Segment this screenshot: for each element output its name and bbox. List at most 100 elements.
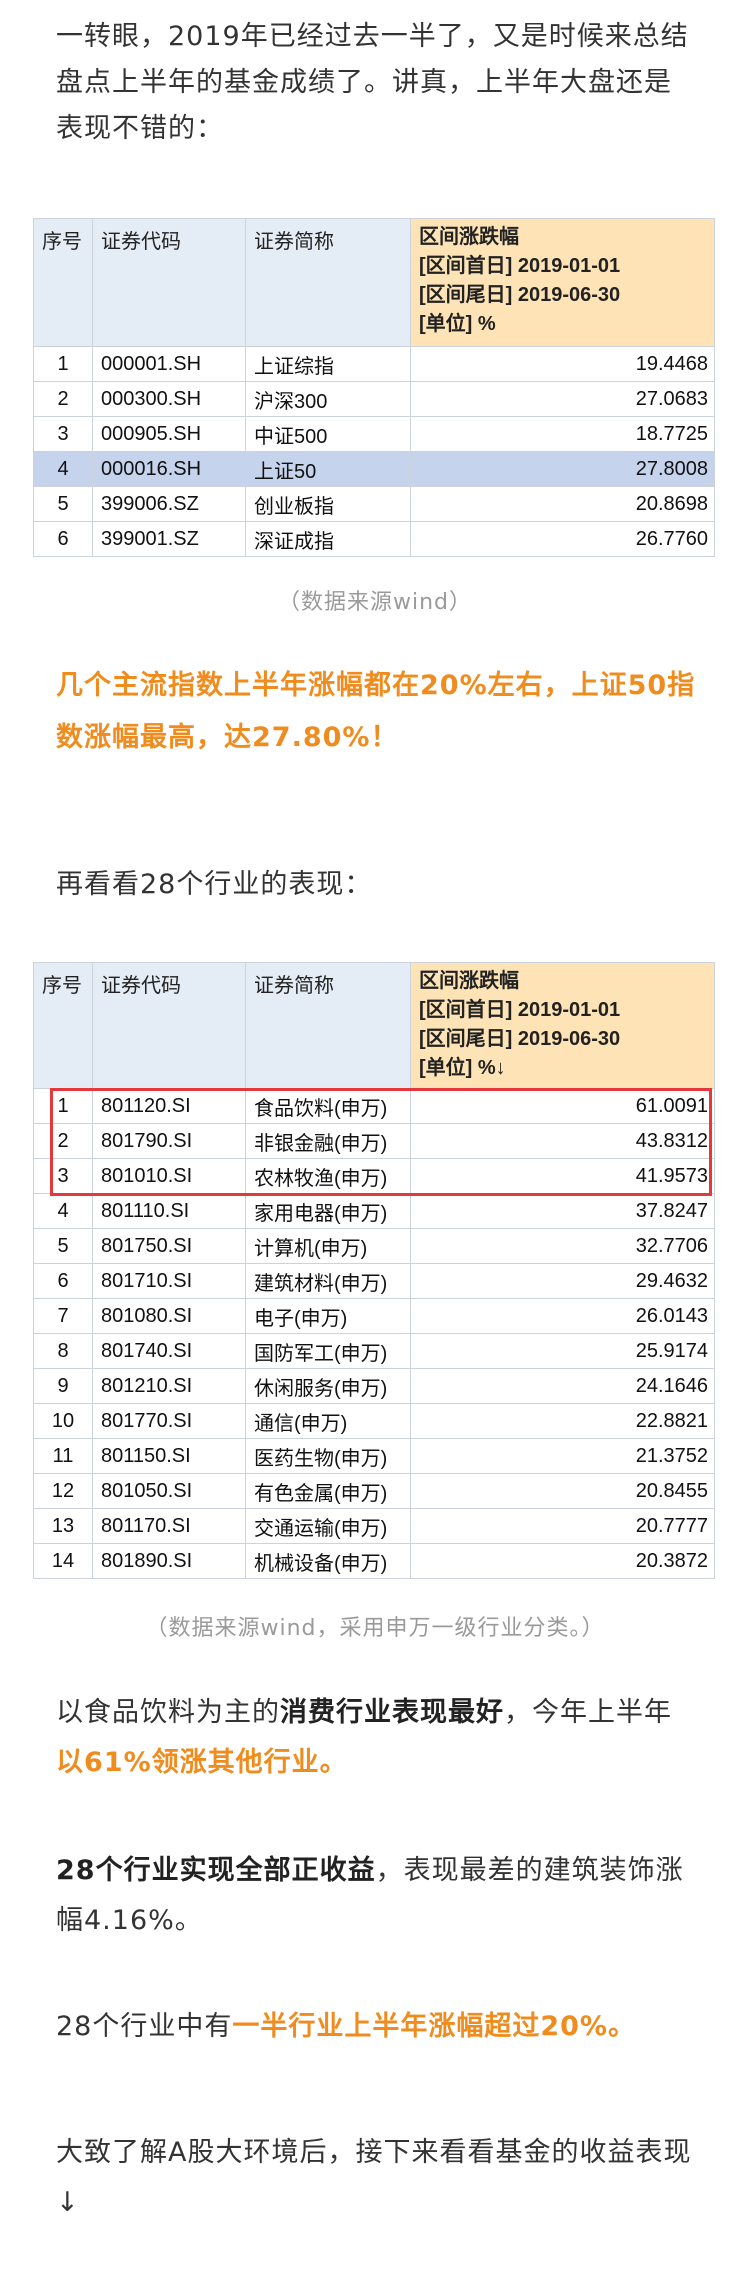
cell-value: 20.8698 <box>410 486 715 522</box>
cell-value: 27.8008 <box>410 451 715 487</box>
cell-value: 18.7725 <box>410 416 715 452</box>
header-change-line: 区间涨跌幅 <box>419 970 519 992</box>
cell-code: 000300.SH <box>92 381 246 417</box>
cell-name: 机械设备(申万) <box>245 1543 411 1579</box>
cell-code: 801170.SI <box>92 1508 246 1544</box>
table-row: 10 801770.SI 通信(申万) 22.8821 <box>33 1403 715 1439</box>
table2-caption: （数据来源wind，采用申万一级行业分类。） <box>145 1616 605 1641</box>
cell-seq: 5 <box>33 486 93 522</box>
cell-value: 21.3752 <box>410 1438 715 1474</box>
cell-code: 801740.SI <box>92 1333 246 1369</box>
header-seq: 序号 <box>33 962 93 1089</box>
table-row: 5 801750.SI 计算机(申万) 32.7706 <box>33 1228 715 1264</box>
cell-seq: 7 <box>33 1298 93 1334</box>
table-row: 6 801710.SI 建筑材料(申万) 29.4632 <box>33 1263 715 1299</box>
highlight-paragraph: 几个主流指数上半年涨幅都在20%左右，上证50指数涨幅最高，达27.80%！ <box>56 670 696 753</box>
table-row: 2 000300.SH 沪深300 27.0683 <box>33 381 715 417</box>
cell-code: 801890.SI <box>92 1543 246 1579</box>
header-change-line: 区间涨跌幅 <box>419 226 519 248</box>
cell-seq: 9 <box>33 1368 93 1404</box>
table-row: 1 000001.SH 上证综指 19.4468 <box>33 346 715 382</box>
cell-name: 电子(申万) <box>245 1298 411 1334</box>
table-row: 7 801080.SI 电子(申万) 26.0143 <box>33 1298 715 1334</box>
consumer-paragraph: 以食品饮料为主的消费行业表现最好，今年上半年以61%领涨其他行业。 <box>56 1688 696 1788</box>
cell-seq: 2 <box>33 381 93 417</box>
industry-performance-table: 序号 证券代码 证券简称 区间涨跌幅 [区间首日] 2019-01-01 [区间… <box>33 962 715 1579</box>
cell-name: 计算机(申万) <box>245 1228 411 1264</box>
consumer-text-c: ，今年上半年 <box>504 1697 672 1728</box>
cell-name: 休闲服务(申万) <box>245 1368 411 1404</box>
half-text-b: 一半行业上半年涨幅超过20%。 <box>232 2011 636 2042</box>
cell-code: 801080.SI <box>92 1298 246 1334</box>
cell-value: 29.4632 <box>410 1263 715 1299</box>
industry-intro-paragraph: 再看看28个行业的表现： <box>56 869 373 900</box>
cell-value: 20.3872 <box>410 1543 715 1579</box>
consumer-text-a: 以食品饮料为主的 <box>56 1697 280 1728</box>
cell-value: 32.7706 <box>410 1228 715 1264</box>
header-change-line: [区间首日] 2019-01-01 <box>419 999 621 1021</box>
positive-return-paragraph: 28个行业实现全部正收益，表现最差的建筑装饰涨幅4.16%。 <box>56 1846 696 1946</box>
cell-seq: 5 <box>33 1228 93 1264</box>
table-row: 4 801110.SI 家用电器(申万) 37.8247 <box>33 1193 715 1229</box>
cell-name: 建筑材料(申万) <box>245 1263 411 1299</box>
intro-paragraph: 一转眼，2019年已经过去一半了，又是时候来总结盘点上半年的基金成绩了。讲真，上… <box>56 21 689 144</box>
cell-name: 有色金属(申万) <box>245 1473 411 1509</box>
table-row: 11 801150.SI 医药生物(申万) 21.3752 <box>33 1438 715 1474</box>
cell-name: 创业板指 <box>245 486 411 522</box>
cell-value: 37.8247 <box>410 1193 715 1229</box>
header-name: 证券简称 <box>245 218 411 347</box>
cell-code: 801210.SI <box>92 1368 246 1404</box>
cell-name: 中证500 <box>245 416 411 452</box>
cell-seq: 4 <box>33 1193 93 1229</box>
cell-code: 801710.SI <box>92 1263 246 1299</box>
cell-code: 399001.SZ <box>92 521 246 557</box>
cell-value: 26.0143 <box>410 1298 715 1334</box>
header-change-line: [单位] % <box>419 313 496 335</box>
cell-value: 20.7777 <box>410 1508 715 1544</box>
cell-seq: 12 <box>33 1473 93 1509</box>
index-performance-table: 序号 证券代码 证券简称 区间涨跌幅 [区间首日] 2019-01-01 [区间… <box>33 218 715 557</box>
table-row: 12 801050.SI 有色金属(申万) 20.8455 <box>33 1473 715 1509</box>
table-row: 14 801890.SI 机械设备(申万) 20.3872 <box>33 1543 715 1579</box>
half-text-a: 28个行业中有 <box>56 2011 233 2042</box>
consumer-text-d: 以61%领涨其他行业。 <box>56 1747 348 1778</box>
cell-code: 000905.SH <box>92 416 246 452</box>
cell-name: 上证50 <box>245 451 411 487</box>
cell-seq: 8 <box>33 1333 93 1369</box>
cell-value: 26.7760 <box>410 521 715 557</box>
cell-name: 交通运输(申万) <box>245 1508 411 1544</box>
cell-code: 000001.SH <box>92 346 246 382</box>
cell-seq: 11 <box>33 1438 93 1474</box>
cell-name: 通信(申万) <box>245 1403 411 1439</box>
cell-name: 上证综指 <box>245 346 411 382</box>
table-row: 13 801170.SI 交通运输(申万) 20.7777 <box>33 1508 715 1544</box>
cell-code: 801150.SI <box>92 1438 246 1474</box>
cell-seq: 10 <box>33 1403 93 1439</box>
next-section-paragraph: 大致了解A股大环境后，接下来看看基金的收益表现↓ <box>56 2137 692 2218</box>
cell-name: 医药生物(申万) <box>245 1438 411 1474</box>
table-row: 6 399001.SZ 深证成指 26.7760 <box>33 521 715 557</box>
top3-highlight-box <box>50 1088 712 1196</box>
cell-value: 27.0683 <box>410 381 715 417</box>
cell-name: 家用电器(申万) <box>245 1193 411 1229</box>
header-change: 区间涨跌幅 [区间首日] 2019-01-01 [区间尾日] 2019-06-3… <box>410 962 715 1089</box>
table-row: 9 801210.SI 休闲服务(申万) 24.1646 <box>33 1368 715 1404</box>
table-row: 8 801740.SI 国防军工(申万) 25.9174 <box>33 1333 715 1369</box>
consumer-text-b: 消费行业表现最好 <box>280 1697 504 1728</box>
cell-name: 沪深300 <box>245 381 411 417</box>
cell-code: 801050.SI <box>92 1473 246 1509</box>
header-name: 证券简称 <box>245 962 411 1089</box>
table-row: 4 000016.SH 上证50 27.8008 <box>33 451 715 487</box>
cell-code: 000016.SH <box>92 451 246 487</box>
half-industries-paragraph: 28个行业中有一半行业上半年涨幅超过20%。 <box>56 2004 696 2050</box>
table-row: 3 000905.SH 中证500 18.7725 <box>33 416 715 452</box>
cell-seq: 4 <box>33 451 93 487</box>
cell-seq: 13 <box>33 1508 93 1544</box>
header-seq: 序号 <box>33 218 93 347</box>
cell-value: 22.8821 <box>410 1403 715 1439</box>
header-code: 证券代码 <box>92 218 246 347</box>
cell-value: 25.9174 <box>410 1333 715 1369</box>
cell-code: 399006.SZ <box>92 486 246 522</box>
cell-code: 801110.SI <box>92 1193 246 1229</box>
cell-code: 801770.SI <box>92 1403 246 1439</box>
